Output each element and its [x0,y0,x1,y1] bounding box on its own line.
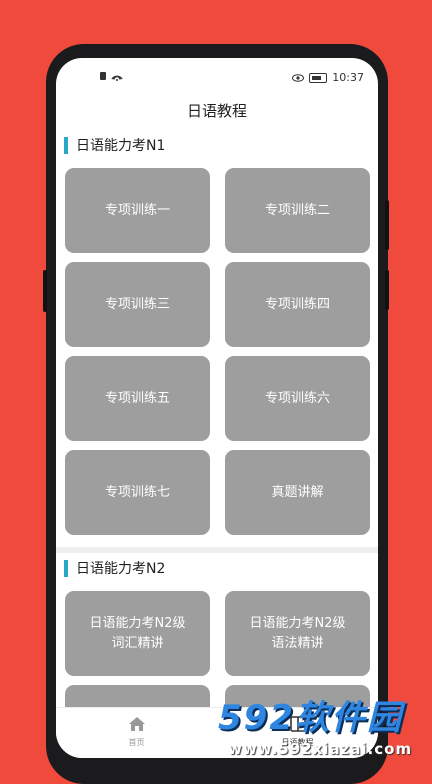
section-accent-bar [64,559,68,577]
phone-screen: 10:37 日语教程 日语能力考N1 专项训练一 专项训练二 专项训练三 专项训… [56,58,378,758]
course-card[interactable]: 日语能力考N2级 语法精讲 [225,591,370,676]
watermark: 592软件园 www.592xiazai.com [214,690,430,764]
course-card[interactable]: 专项训练三 [65,262,210,347]
course-card[interactable]: 专项训练五 [65,356,210,441]
section-title: 日语能力考N2 [76,561,166,577]
course-card[interactable]: 专项训练二 [225,168,370,253]
course-grid: 专项训练一 专项训练二 专项训练三 专项训练四 专项训练五 专项训练六 专项训练… [56,160,378,547]
tab-label: 首页 [128,738,145,747]
course-card[interactable]: 真题讲解 [225,450,370,535]
battery-icon [309,72,328,83]
section-n1: 日语能力考N1 专项训练一 专项训练二 专项训练三 专项训练四 专项训练五 专项… [56,130,378,547]
status-icons-left [100,71,128,84]
course-card[interactable] [65,685,210,708]
status-bar: 10:37 [56,58,378,96]
notification-wifi-icon [100,72,123,81]
course-card[interactable]: 专项训练六 [225,356,370,441]
course-card[interactable]: 日语能力考N2级 词汇精讲 [65,591,210,676]
section-title: 日语能力考N1 [76,138,166,154]
phone-volume-button [385,200,389,250]
page-title: 日语教程 [186,102,247,120]
section-accent-bar [64,136,68,154]
status-time: 10:37 [332,71,364,84]
phone-power-button [385,270,389,310]
section-n2: 日语能力考N2 日语能力考N2级 词汇精讲 日语能力考N2级 语法精讲 [56,553,378,708]
section-header: 日语能力考N1 [56,130,378,160]
tab-home[interactable]: 首页 [56,708,217,758]
section-header: 日语能力考N2 [56,553,378,583]
phone-side-button [43,270,47,312]
course-card[interactable]: 专项训练四 [225,262,370,347]
status-icons-right: 10:37 [292,71,364,84]
course-card[interactable]: 专项训练一 [65,168,210,253]
eye-icon [292,73,305,82]
course-list[interactable]: 日语能力考N1 专项训练一 专项训练二 专项训练三 专项训练四 专项训练五 专项… [56,130,378,708]
watermark-url: www.592xiazai.com [228,740,413,758]
course-card[interactable]: 专项训练七 [65,450,210,535]
watermark-logo: 592软件园 [218,698,403,738]
home-icon [128,717,145,731]
